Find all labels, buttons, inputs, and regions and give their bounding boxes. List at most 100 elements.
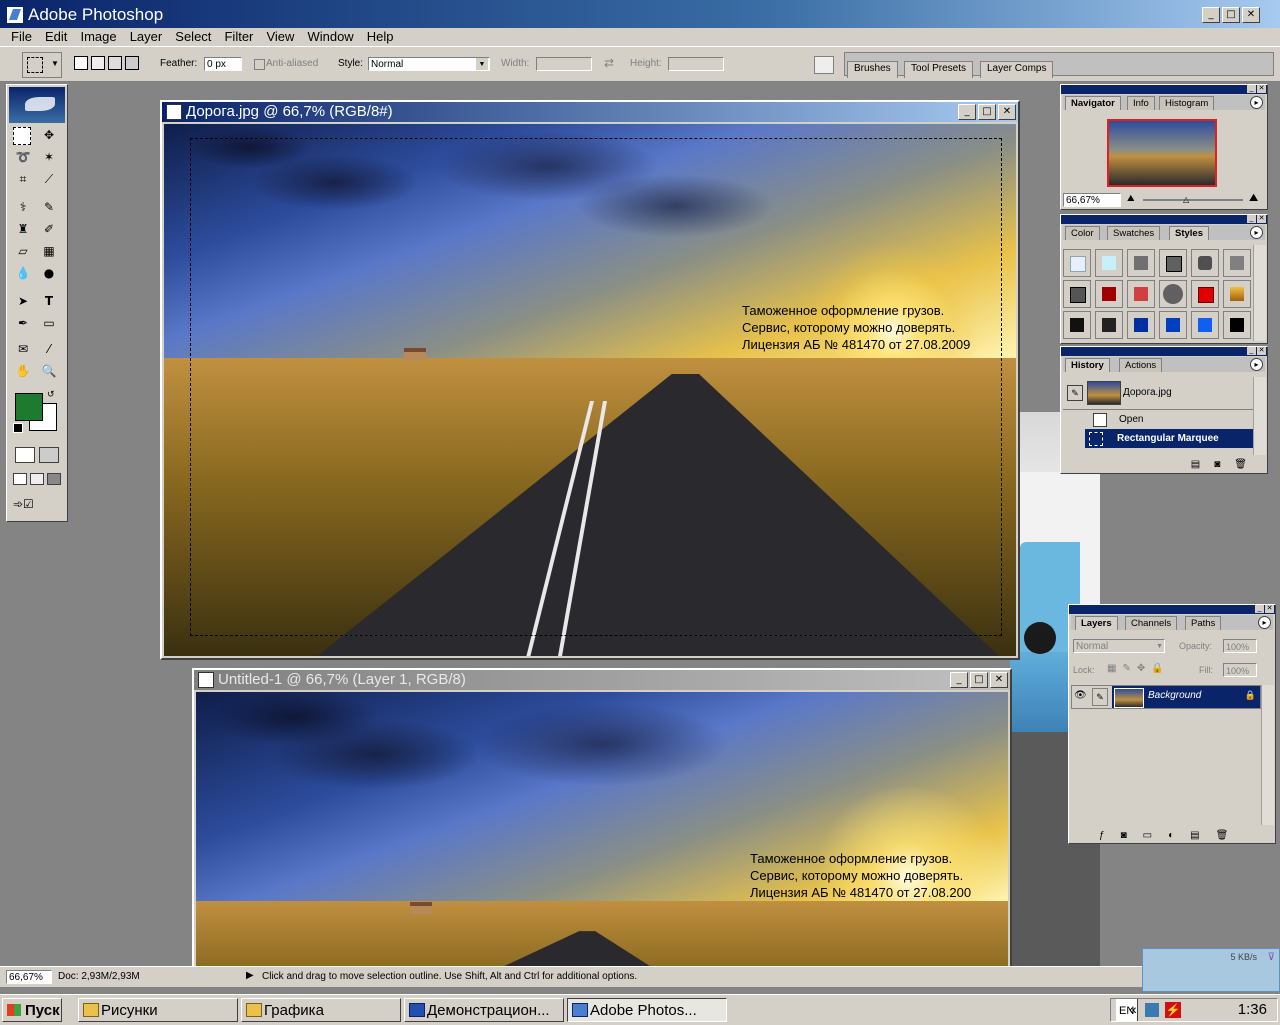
taskbar-item-risunki[interactable]: Рисунки [78, 998, 238, 1022]
lock-position-icon[interactable]: ✥ [1137, 663, 1145, 674]
layers-scrollbar[interactable] [1261, 685, 1274, 825]
menu-edit[interactable]: Edit [40, 28, 72, 45]
style-select[interactable]: Normal ▼ [368, 57, 490, 71]
doc-maximize-button[interactable]: □ [978, 104, 996, 120]
taskbar-item-grafika[interactable]: Графика [241, 998, 401, 1022]
doc-minimize-button[interactable]: _ [950, 672, 968, 688]
lasso-tool-icon[interactable]: ➰ [13, 147, 33, 167]
menu-help[interactable]: Help [362, 28, 399, 45]
zoom-out-icon[interactable]: ⛰ [1127, 193, 1135, 204]
menu-layer[interactable]: Layer [125, 28, 168, 45]
panel-menu-icon[interactable]: ▸ [1258, 616, 1271, 629]
subtract-selection-icon[interactable] [108, 56, 122, 70]
tab-styles[interactable]: Styles [1169, 226, 1209, 240]
style-swatch[interactable] [1223, 311, 1251, 339]
brush-link-icon[interactable]: ✎ [1092, 688, 1108, 706]
tab-swatches[interactable]: Swatches [1107, 226, 1161, 240]
style-swatch[interactable] [1159, 249, 1187, 277]
type-tool-icon[interactable]: T [39, 291, 59, 311]
taskbar-item-photoshop[interactable]: Adobe Photos... [567, 998, 727, 1022]
style-swatch[interactable] [1127, 311, 1155, 339]
doc-close-button[interactable]: ✕ [998, 104, 1016, 120]
standard-mode-icon[interactable] [15, 447, 35, 463]
opacity-input[interactable]: 100% [1223, 639, 1257, 653]
quickmask-mode-icon[interactable] [39, 447, 59, 463]
eraser-tool-icon[interactable]: ▱ [13, 241, 33, 261]
status-menu-arrow-icon[interactable]: ▶ [246, 970, 254, 981]
adjustment-layer-icon[interactable]: ◐ [1168, 830, 1174, 841]
style-swatch[interactable] [1191, 311, 1219, 339]
well-tab-brushes[interactable]: Brushes [847, 61, 898, 78]
navigator-thumbnail[interactable] [1107, 119, 1217, 187]
trash-icon[interactable]: 🗑 [1234, 459, 1247, 470]
lock-image-icon[interactable]: ✎ [1122, 663, 1130, 674]
style-swatch[interactable] [1191, 280, 1219, 308]
style-swatch[interactable] [1127, 280, 1155, 308]
intersect-selection-icon[interactable] [125, 56, 139, 70]
clone-stamp-tool-icon[interactable]: ♜ [13, 219, 33, 239]
feather-input[interactable]: 0 px [204, 57, 242, 71]
eyedropper-tool-icon[interactable]: ⁄ [39, 339, 59, 359]
panel-minimize-button[interactable]: _ [1247, 85, 1256, 93]
doc-maximize-button[interactable]: □ [970, 672, 988, 688]
taskbar-item-demonstration[interactable]: Демонстрацион... [404, 998, 564, 1022]
panel-menu-icon[interactable]: ▸ [1250, 226, 1263, 239]
panel-close-button[interactable]: ✕ [1265, 605, 1274, 613]
style-swatch[interactable] [1223, 280, 1251, 308]
tab-navigator[interactable]: Navigator [1065, 96, 1121, 110]
history-brush-source-icon[interactable]: ✎ [1067, 385, 1083, 401]
tab-history[interactable]: History [1065, 358, 1110, 372]
panel-menu-icon[interactable]: ▸ [1250, 358, 1263, 371]
document-canvas[interactable]: Таможенное оформление грузов. Сервис, ко… [196, 692, 1008, 970]
menu-select[interactable]: Select [170, 28, 216, 45]
history-item-rectangular-marquee[interactable]: Rectangular Marquee [1085, 429, 1253, 448]
fill-input[interactable]: 100% [1223, 663, 1257, 677]
menu-view[interactable]: View [261, 28, 299, 45]
path-selection-tool-icon[interactable]: ➤ [13, 291, 33, 311]
panel-minimize-button[interactable]: _ [1247, 347, 1256, 355]
screen-mode-icons[interactable] [13, 473, 61, 485]
dodge-tool-icon[interactable]: ● [39, 263, 59, 283]
style-swatch[interactable] [1063, 280, 1091, 308]
well-tab-tool-presets[interactable]: Tool Presets [904, 61, 974, 78]
jump-to-imageready-icon[interactable]: ➾☑ [13, 497, 61, 515]
styles-scrollbar[interactable] [1253, 245, 1266, 341]
brush-tool-icon[interactable]: ✎ [39, 197, 59, 217]
menu-filter[interactable]: Filter [219, 28, 258, 45]
panel-close-button[interactable]: ✕ [1257, 85, 1266, 93]
hand-tool-icon[interactable]: ✋ [13, 361, 33, 381]
style-swatch[interactable] [1063, 311, 1091, 339]
layer-row-background[interactable]: 👁 ✎ Background 🔒 [1071, 685, 1261, 709]
style-swatch[interactable] [1063, 249, 1091, 277]
panel-minimize-button[interactable]: _ [1255, 605, 1264, 613]
network-tray-icon[interactable] [1145, 1003, 1159, 1017]
eye-icon[interactable]: 👁 [1074, 690, 1087, 701]
maximize-button[interactable]: □ [1222, 7, 1240, 23]
default-colors-icon[interactable] [13, 423, 23, 433]
style-swatch[interactable] [1159, 311, 1187, 339]
layer-style-icon[interactable]: ƒ [1099, 830, 1105, 841]
history-scrollbar[interactable] [1253, 377, 1266, 455]
tab-info[interactable]: Info [1127, 96, 1155, 110]
blend-mode-select[interactable]: Normal ▼ [1073, 639, 1165, 653]
blur-tool-icon[interactable]: 💧 [13, 263, 33, 283]
lock-all-icon[interactable]: 🔒 [1151, 663, 1163, 674]
zoom-in-icon[interactable]: ⛰ [1249, 192, 1258, 205]
close-button[interactable]: ✕ [1242, 7, 1260, 23]
style-swatch[interactable] [1191, 249, 1219, 277]
menu-file[interactable]: File [6, 28, 37, 45]
history-brush-tool-icon[interactable]: ✐ [39, 219, 59, 239]
doc-close-button[interactable]: ✕ [990, 672, 1008, 688]
antialias-checkbox[interactable] [254, 59, 265, 70]
panel-menu-icon[interactable]: ▸ [1250, 96, 1263, 109]
menu-window[interactable]: Window [302, 28, 358, 45]
gradient-tool-icon[interactable]: ▦ [39, 241, 59, 261]
foreground-color-swatch[interactable] [15, 393, 43, 421]
pen-tool-icon[interactable]: ✒ [13, 313, 33, 333]
tab-color[interactable]: Color [1065, 226, 1100, 240]
document-canvas[interactable]: Таможенное оформление грузов. Сервис, ко… [164, 124, 1016, 656]
notes-tool-icon[interactable]: ✉ [13, 339, 33, 359]
antivirus-tray-icon[interactable]: ⚡ [1165, 1002, 1181, 1018]
tool-preset-picker[interactable]: ▼ [22, 52, 62, 78]
tab-channels[interactable]: Channels [1125, 616, 1178, 630]
